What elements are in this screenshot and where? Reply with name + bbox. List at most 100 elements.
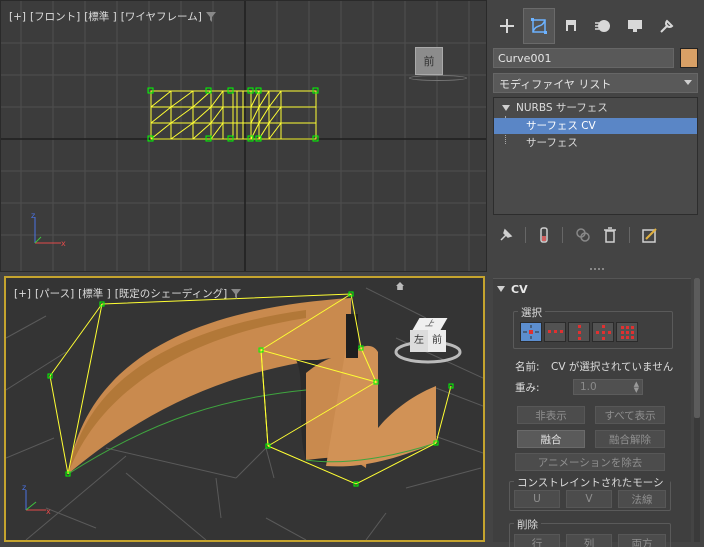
command-panel-tabs [487,8,704,44]
viewport-view-menu[interactable]: [パース] [35,286,74,301]
hierarchy-icon [566,20,576,31]
viewcube-perspective[interactable]: 上 左 前 [410,318,448,354]
delete-group-title: 削除 [514,517,541,532]
collapse-triangle-icon [497,286,505,292]
hierarchy-tab[interactable] [555,8,587,44]
unhide-all-button[interactable]: すべて表示 [595,406,665,424]
front-viewport-canvas: z x [1,1,486,271]
display-tab[interactable] [619,8,651,44]
stack-toolbar [493,224,698,246]
viewport-plus-menu[interactable]: [+] [14,288,31,300]
selection-group: 選択 [513,305,673,349]
create-tab[interactable] [491,8,523,44]
toolbar-divider [525,227,526,243]
row-and-column-cvs-button[interactable] [592,322,614,342]
selection-group-title: 選択 [518,305,545,320]
object-color-swatch[interactable] [680,48,698,68]
constrain-u-button[interactable]: U [514,490,560,508]
all-cvs-icon [621,326,634,339]
configure-modifier-sets-icon[interactable] [642,227,658,243]
panel-scrollbar[interactable] [694,278,700,542]
chevron-down-icon [684,80,692,85]
axis-tripod-front: z x [31,211,66,248]
weight-label: 重み: [515,382,540,394]
spinner-arrows-icon[interactable]: ▲ ▼ [634,381,639,394]
rollout-title: CV [511,282,528,296]
delete-column-button[interactable]: 列 [566,534,612,547]
display-icon [628,20,642,32]
remove-modifier-icon[interactable] [603,227,617,243]
stack-item-label: サーフェス [526,137,578,149]
perspective-viewport-label: [+] [パース] [標準 ] [既定のシェーディング] [14,286,242,301]
stack-item-nurbs-surface[interactable]: NURBS サーフェス [494,100,697,116]
motion-icon [595,20,610,32]
utilities-icon [660,19,674,33]
panel-resize-handle[interactable] [590,268,604,272]
name-label: 名前: [515,361,540,373]
filter-icon[interactable] [205,11,216,22]
show-end-result-icon[interactable] [538,227,550,243]
single-cv-button[interactable] [520,322,542,342]
row-of-cvs-button[interactable] [544,322,566,342]
create-icon [500,19,514,33]
viewport-shading-menu[interactable]: [ワイヤフレーム] [121,9,202,24]
delete-group: 削除 行 列 両方 [509,517,671,547]
toolbar-divider [629,227,630,243]
remove-animation-button[interactable]: アニメーションを除去 [515,453,665,471]
delete-row-button[interactable]: 行 [514,534,560,547]
weight-value: 1.0 [580,381,597,393]
svg-text:x: x [61,239,66,248]
viewport-view-menu[interactable]: [フロント] [30,9,80,24]
row-of-cvs-icon [548,330,563,333]
viewcube-front-ring [409,75,467,81]
front-viewport-label: [+] [フロント] [標準 ] [ワイヤフレーム] [9,9,216,24]
modifier-stack: NURBS サーフェス サーフェス CV サーフェス [493,97,698,215]
viewport-quality-menu[interactable]: [標準 ] [84,9,117,24]
modify-tab[interactable] [523,8,555,44]
axis-tripod-persp: z x [22,483,51,516]
constrain-normal-button[interactable]: 法線 [618,490,666,508]
filter-icon[interactable] [231,288,242,299]
pin-stack-icon[interactable] [499,228,513,242]
surface-wireframe-front [150,90,317,140]
object-name-input[interactable] [493,48,675,68]
cv-rollout-header[interactable]: CV [493,279,691,299]
weight-spinner[interactable]: 1.0 ▲ ▼ [573,379,643,395]
all-cvs-button[interactable] [616,322,638,342]
modifier-list-dropdown[interactable]: モディファイヤ リスト [493,73,698,93]
perspective-viewport[interactable]: z x [+] [パース] [標準 ] [既定のシェーディング] 上 左 前 [4,276,485,542]
delete-both-button[interactable]: 両方 [618,534,666,547]
viewcube-front-face: 前 [423,55,435,68]
stack-item-surface[interactable]: サーフェス [494,135,697,151]
constrain-v-button[interactable]: V [566,490,612,508]
stack-item-surface-cv[interactable]: サーフェス CV [494,118,697,134]
constrained-motion-group: コンストレイントされたモーション U V 法線 [509,475,671,511]
viewcube-front[interactable]: 前 [415,47,443,75]
stack-item-label: サーフェス CV [526,120,596,132]
cv-rollout: CV 選択 名前: CV が選択されていません 重み: 1.0 ▲ ▼ 非表示 … [493,278,691,547]
viewcube-front-face: 前 [428,330,446,352]
unfuse-button[interactable]: 融合解除 [595,430,665,448]
toolbar-divider [562,227,563,243]
modify-icon [531,18,547,34]
viewport-quality-menu[interactable]: [標準 ] [78,286,111,301]
svg-text:z: z [22,483,26,492]
viewport-plus-menu[interactable]: [+] [9,11,26,23]
make-unique-icon[interactable] [575,227,591,243]
single-cv-icon [523,325,539,339]
hide-button[interactable]: 非表示 [517,406,585,424]
svg-text:z: z [31,211,35,220]
stack-item-label: NURBS サーフェス [516,102,608,114]
viewcube-top-face: 上 [412,318,448,330]
utilities-tab[interactable] [651,8,683,44]
viewport-shading-menu[interactable]: [既定のシェーディング] [115,286,227,301]
viewcube-left-face: 左 [410,330,428,352]
fuse-button[interactable]: 融合 [517,430,585,448]
front-viewport[interactable]: z x [+] [フロント] [標準 ] [ワイヤフレーム] 前 [0,0,487,272]
motion-tab[interactable] [587,8,619,44]
expand-triangle-icon[interactable] [502,105,510,111]
scrollbar-thumb[interactable] [694,278,700,418]
column-of-cvs-button[interactable] [568,322,590,342]
selection-name-value: CV が選択されていません [551,361,674,373]
modifier-list-label: モディファイヤ リスト [499,78,612,91]
